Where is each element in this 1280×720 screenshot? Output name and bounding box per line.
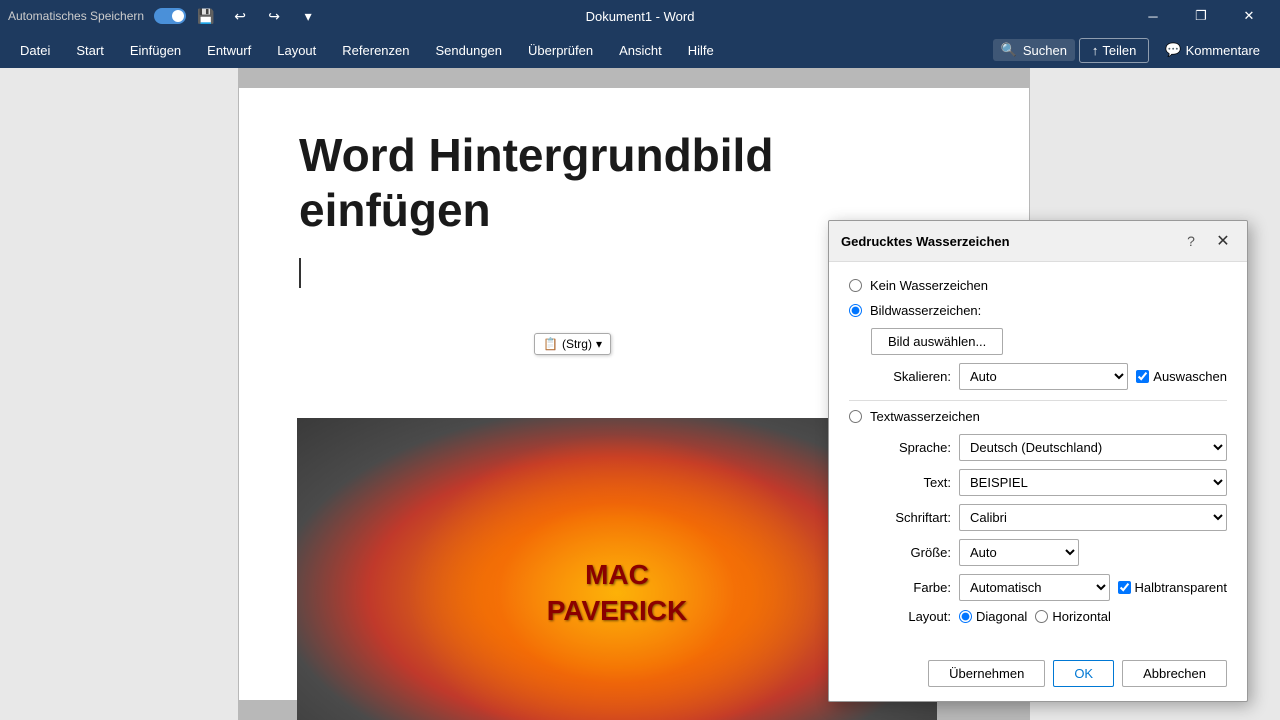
groesse-label: Größe: bbox=[871, 545, 951, 560]
groesse-row: Größe: Auto bbox=[871, 539, 1227, 566]
skalieren-select[interactable]: Auto bbox=[959, 363, 1128, 390]
text-cursor bbox=[299, 258, 301, 288]
bild-section: Bild auswählen... Skalieren: Auto Auswas… bbox=[871, 328, 1227, 390]
skalieren-label: Skalieren: bbox=[871, 369, 951, 384]
layout-label: Layout: bbox=[871, 609, 951, 624]
menu-layout[interactable]: Layout bbox=[265, 37, 328, 64]
farbe-row: Farbe: Automatisch Halbtransparent bbox=[871, 574, 1227, 601]
schriftart-row: Schriftart: Calibri bbox=[871, 504, 1227, 531]
dialog-help-button[interactable]: ? bbox=[1179, 229, 1203, 253]
diagonal-label[interactable]: Diagonal bbox=[976, 609, 1027, 624]
sidebar-left bbox=[0, 68, 238, 720]
paste-icon: 📋 bbox=[543, 337, 558, 351]
horizontal-option: Horizontal bbox=[1035, 609, 1111, 624]
radio-row-text: Textwasserzeichen bbox=[849, 409, 1227, 424]
radio-row-bild: Bildwasserzeichen: bbox=[849, 303, 1227, 318]
halbtransparent-checkbox[interactable] bbox=[1118, 581, 1131, 594]
radio-horizontal[interactable] bbox=[1035, 610, 1048, 623]
titlebar: Automatisches Speichern 💾 ↩ ↪ ▾ Dokument… bbox=[0, 0, 1280, 32]
menu-start[interactable]: Start bbox=[64, 37, 115, 64]
diagonal-option: Diagonal bbox=[959, 609, 1027, 624]
share-label: Teilen bbox=[1102, 43, 1136, 58]
groesse-select[interactable]: Auto bbox=[959, 539, 1079, 566]
auswaschen-checkbox-row: Auswaschen bbox=[1136, 369, 1227, 384]
dialog-title: Gedrucktes Wasserzeichen bbox=[841, 234, 1010, 249]
menu-referenzen[interactable]: Referenzen bbox=[330, 37, 421, 64]
schriftart-label: Schriftart: bbox=[871, 510, 951, 525]
customize-button[interactable]: ▾ bbox=[294, 2, 322, 30]
text-select[interactable]: BEISPIEL bbox=[959, 469, 1227, 496]
skalieren-row: Skalieren: Auto Auswaschen bbox=[871, 363, 1227, 390]
sprache-label: Sprache: bbox=[871, 440, 951, 455]
menu-hilfe[interactable]: Hilfe bbox=[676, 37, 726, 64]
radio-text-label[interactable]: Textwasserzeichen bbox=[870, 409, 980, 424]
radio-kein-label[interactable]: Kein Wasserzeichen bbox=[870, 278, 988, 293]
bild-auswaehlen-button[interactable]: Bild auswählen... bbox=[871, 328, 1003, 355]
dialog-divider-1 bbox=[849, 400, 1227, 401]
text-row: Text: BEISPIEL bbox=[871, 469, 1227, 496]
paste-label: (Strg) bbox=[562, 337, 592, 351]
radio-bild[interactable] bbox=[849, 304, 862, 317]
save-button[interactable]: 💾 bbox=[192, 2, 220, 30]
radio-text[interactable] bbox=[849, 410, 862, 423]
sprache-select[interactable]: Deutsch (Deutschland) bbox=[959, 434, 1227, 461]
halbtransparent-row: Halbtransparent bbox=[1118, 580, 1228, 595]
autosave-label: Automatisches Speichern bbox=[8, 9, 144, 23]
radio-row-kein: Kein Wasserzeichen bbox=[849, 278, 1227, 293]
menu-datei[interactable]: Datei bbox=[8, 37, 62, 64]
dialog-footer: Übernehmen OK Abbrechen bbox=[829, 650, 1247, 701]
radio-kein[interactable] bbox=[849, 279, 862, 292]
auswaschen-checkbox[interactable] bbox=[1136, 370, 1149, 383]
menu-ansicht[interactable]: Ansicht bbox=[607, 37, 674, 64]
comment-label: Kommentare bbox=[1186, 43, 1260, 58]
dialog-body: Kein Wasserzeichen Bildwasserzeichen: Bi… bbox=[829, 262, 1247, 650]
sprache-row: Sprache: Deutsch (Deutschland) bbox=[871, 434, 1227, 461]
abbrechen-button[interactable]: Abbrechen bbox=[1122, 660, 1227, 687]
doc-title: Dokument1 - Word bbox=[586, 9, 695, 24]
radio-diagonal[interactable] bbox=[959, 610, 972, 623]
menubar-right: 🔍 Suchen ↑ Teilen 💬 Kommentare bbox=[993, 38, 1272, 63]
search-icon: 🔍 bbox=[1001, 42, 1017, 58]
menu-ueberpruefen[interactable]: Überprüfen bbox=[516, 37, 605, 64]
menu-entwurf[interactable]: Entwurf bbox=[195, 37, 263, 64]
titlebar-right: ─ ❐ ✕ bbox=[1130, 0, 1272, 32]
schriftart-select[interactable]: Calibri bbox=[959, 504, 1227, 531]
redo-button[interactable]: ↪ bbox=[260, 2, 288, 30]
share-icon: ↑ bbox=[1092, 43, 1099, 58]
watermark-dialog: Gedrucktes Wasserzeichen ? ✕ Kein Wasser… bbox=[828, 220, 1248, 702]
share-button[interactable]: ↑ Teilen bbox=[1079, 38, 1149, 63]
titlebar-left: Automatisches Speichern 💾 ↩ ↪ ▾ bbox=[8, 2, 322, 30]
undo-button[interactable]: ↩ bbox=[226, 2, 254, 30]
restore-button[interactable]: ❐ bbox=[1178, 0, 1224, 32]
close-button[interactable]: ✕ bbox=[1226, 0, 1272, 32]
comment-button[interactable]: 💬 Kommentare bbox=[1153, 38, 1272, 62]
auswaschen-label[interactable]: Auswaschen bbox=[1153, 369, 1227, 384]
uebernehmen-button[interactable]: Übernehmen bbox=[928, 660, 1045, 687]
search-box[interactable]: 🔍 Suchen bbox=[993, 39, 1075, 61]
halbtransparent-label[interactable]: Halbtransparent bbox=[1135, 580, 1228, 595]
comment-icon: 💬 bbox=[1165, 42, 1181, 58]
dialog-controls: ? ✕ bbox=[1179, 229, 1235, 253]
farbe-select[interactable]: Automatisch bbox=[959, 574, 1110, 601]
dialog-titlebar: Gedrucktes Wasserzeichen ? ✕ bbox=[829, 221, 1247, 262]
autosave-toggle[interactable] bbox=[154, 8, 186, 24]
menu-einfuegen[interactable]: Einfügen bbox=[118, 37, 193, 64]
radio-bild-label[interactable]: Bildwasserzeichen: bbox=[870, 303, 981, 318]
paste-indicator[interactable]: 📋 (Strg) ▾ bbox=[534, 333, 611, 355]
fire-text: MAC PAVERICK bbox=[547, 557, 688, 630]
paste-chevron-icon: ▾ bbox=[596, 337, 602, 351]
menu-sendungen[interactable]: Sendungen bbox=[424, 37, 515, 64]
search-label: Suchen bbox=[1023, 43, 1067, 58]
menubar: Datei Start Einfügen Entwurf Layout Refe… bbox=[0, 32, 1280, 68]
text-section: Sprache: Deutsch (Deutschland) Text: BEI… bbox=[871, 434, 1227, 624]
ok-button[interactable]: OK bbox=[1053, 660, 1114, 687]
dialog-close-button[interactable]: ✕ bbox=[1211, 229, 1235, 253]
horizontal-label[interactable]: Horizontal bbox=[1052, 609, 1111, 624]
minimize-button[interactable]: ─ bbox=[1130, 0, 1176, 32]
farbe-label: Farbe: bbox=[871, 580, 951, 595]
text-label: Text: bbox=[871, 475, 951, 490]
layout-row: Layout: Diagonal Horizontal bbox=[871, 609, 1227, 624]
